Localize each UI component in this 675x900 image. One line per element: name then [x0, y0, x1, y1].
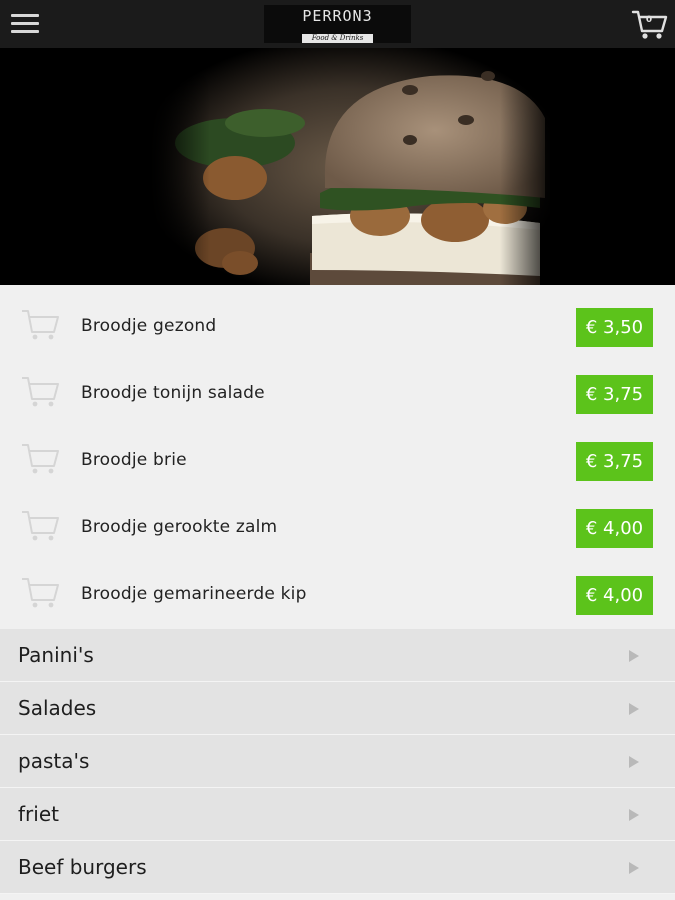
- hero-image: [0, 48, 675, 285]
- cart-icon[interactable]: [20, 375, 62, 409]
- logo-subtitle: Food & Drinks: [301, 34, 374, 43]
- product-name: Broodje gemarineerde kip: [81, 584, 307, 604]
- product-row: Broodje gemarineerde kip € 4,00: [0, 561, 675, 628]
- cart-count: 0: [645, 15, 653, 25]
- price-button[interactable]: € 3,75: [576, 442, 653, 481]
- cart-button[interactable]: 0: [631, 9, 669, 41]
- product-name: Broodje brie: [81, 450, 187, 470]
- cart-icon[interactable]: [20, 442, 62, 476]
- chevron-right-icon: [629, 703, 639, 715]
- sandwich-photo: [0, 48, 675, 285]
- product-name: Broodje gerookte zalm: [81, 517, 278, 537]
- category-label: friet: [18, 802, 59, 826]
- cart-icon[interactable]: [20, 308, 62, 342]
- chevron-right-icon: [629, 809, 639, 821]
- category-label: Salades: [18, 696, 97, 720]
- category-row-salades[interactable]: Salades: [0, 682, 675, 735]
- cart-icon[interactable]: [20, 509, 62, 543]
- chevron-right-icon: [629, 650, 639, 662]
- hamburger-menu-icon[interactable]: [11, 12, 39, 36]
- category-label: pasta's: [18, 749, 90, 773]
- logo[interactable]: PERRON3 Food & Drinks: [264, 5, 411, 43]
- hamburger-line: [11, 22, 39, 25]
- shopping-cart-icon: [631, 10, 668, 39]
- product-row: Broodje brie € 3,75: [0, 427, 675, 494]
- product-row: Broodje gezond € 3,50: [0, 293, 675, 360]
- price-button[interactable]: € 4,00: [576, 509, 653, 548]
- category-row-paninis[interactable]: Panini's: [0, 629, 675, 682]
- category-row-pastas[interactable]: pasta's: [0, 735, 675, 788]
- chevron-right-icon: [629, 862, 639, 874]
- category-row-friet[interactable]: friet: [0, 788, 675, 841]
- price-button[interactable]: € 3,50: [576, 308, 653, 347]
- price-button[interactable]: € 4,00: [576, 576, 653, 615]
- hamburger-line: [11, 14, 39, 17]
- product-row: Broodje gerookte zalm € 4,00: [0, 494, 675, 561]
- chevron-right-icon: [629, 756, 639, 768]
- product-name: Broodje tonijn salade: [81, 383, 265, 403]
- top-bar: PERRON3 Food & Drinks 0: [0, 0, 675, 48]
- product-list: Broodje gezond € 3,50 Broodje tonijn sal…: [0, 293, 675, 628]
- logo-title: PERRON3: [302, 7, 373, 25]
- category-label: Beef burgers: [18, 855, 147, 879]
- hamburger-line: [11, 30, 39, 33]
- category-label: Panini's: [18, 643, 94, 667]
- cart-icon[interactable]: [20, 576, 62, 610]
- category-row-beef-burgers[interactable]: Beef burgers: [0, 841, 675, 894]
- price-button[interactable]: € 3,75: [576, 375, 653, 414]
- category-list: Panini's Salades pasta's friet Beef burg…: [0, 629, 675, 894]
- product-row: Broodje tonijn salade € 3,75: [0, 360, 675, 427]
- product-name: Broodje gezond: [81, 316, 217, 336]
